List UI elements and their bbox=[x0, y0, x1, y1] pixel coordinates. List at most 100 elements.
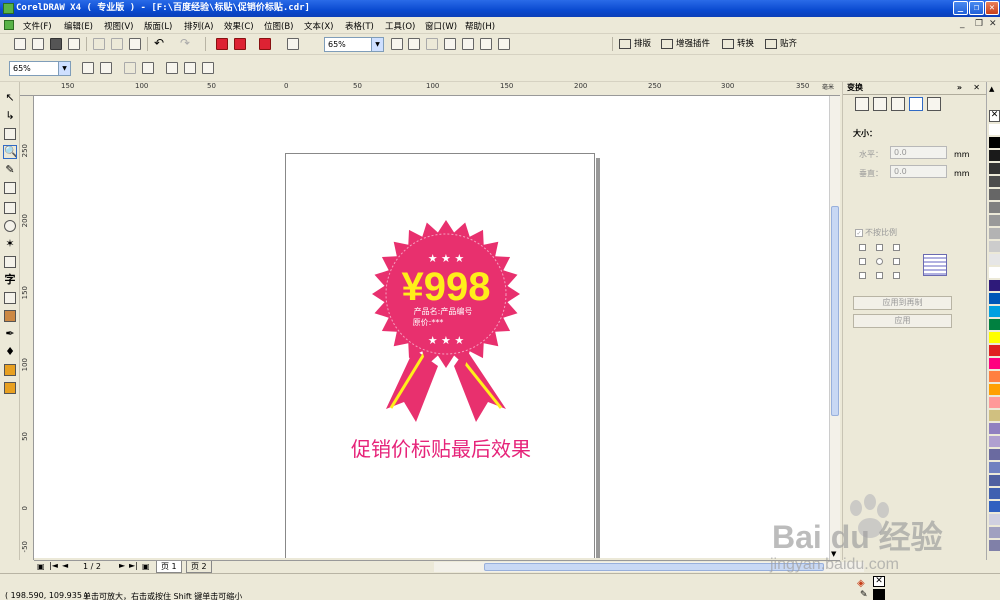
proportional-checkbox[interactable]: ✓ bbox=[855, 229, 863, 237]
minimize-button[interactable]: _ bbox=[953, 1, 968, 15]
cut-icon[interactable] bbox=[93, 38, 105, 50]
anchor-point[interactable] bbox=[859, 244, 866, 251]
color-swatch[interactable] bbox=[989, 501, 1000, 513]
color-swatch[interactable] bbox=[989, 332, 1000, 344]
color-swatch[interactable] bbox=[989, 540, 1000, 552]
anchor-point[interactable] bbox=[859, 258, 866, 265]
chevron-down-icon[interactable]: ▼ bbox=[371, 38, 383, 51]
color-swatch[interactable] bbox=[989, 228, 1000, 240]
color-swatch[interactable] bbox=[989, 150, 1000, 162]
zoom-out-icon[interactable] bbox=[100, 62, 112, 74]
next-page-icon[interactable]: ► bbox=[119, 561, 125, 570]
import-icon[interactable] bbox=[216, 38, 228, 50]
application-launcher-icon[interactable] bbox=[259, 38, 271, 50]
color-swatch[interactable] bbox=[989, 124, 1000, 136]
shape-tool-icon[interactable]: ↳ bbox=[4, 110, 16, 122]
zoom-page-icon[interactable] bbox=[166, 62, 178, 74]
polygon-tool-icon[interactable]: ✶ bbox=[4, 238, 16, 250]
zoom-height-icon[interactable] bbox=[202, 62, 214, 74]
fill-tool-icon[interactable] bbox=[4, 364, 16, 376]
color-swatch[interactable] bbox=[989, 436, 1000, 448]
rectangle-tool-icon[interactable] bbox=[4, 202, 16, 214]
color-swatch[interactable] bbox=[989, 384, 1000, 396]
scroll-thumb[interactable] bbox=[831, 206, 839, 416]
color-swatch[interactable] bbox=[989, 293, 1000, 305]
color-swatch[interactable] bbox=[989, 163, 1000, 175]
color-swatch[interactable] bbox=[989, 488, 1000, 500]
menu-bitmaps[interactable]: 位图(B) bbox=[264, 20, 293, 32]
color-swatch[interactable] bbox=[989, 267, 1000, 279]
zoom-out-icon[interactable] bbox=[408, 38, 420, 50]
color-swatch[interactable] bbox=[989, 371, 1000, 383]
zoom-width-icon[interactable] bbox=[184, 62, 196, 74]
docker-close-icon[interactable]: ✕ bbox=[973, 82, 980, 94]
outline-pen-tool-icon[interactable]: ♦ bbox=[4, 346, 16, 358]
zoom-in-icon[interactable] bbox=[82, 62, 94, 74]
color-swatch[interactable] bbox=[989, 319, 1000, 331]
zoom-width-icon[interactable] bbox=[480, 38, 492, 50]
undo-icon[interactable]: ↶ bbox=[154, 37, 166, 50]
restore-button[interactable]: ❐ bbox=[969, 1, 984, 15]
vertical-size-input[interactable]: 0.0 bbox=[890, 165, 947, 178]
doc-minimize-icon[interactable]: _ bbox=[960, 19, 965, 29]
color-swatch[interactable] bbox=[989, 280, 1000, 292]
color-swatch[interactable] bbox=[989, 306, 1000, 318]
crop-tool-icon[interactable] bbox=[4, 128, 16, 140]
color-swatch[interactable] bbox=[989, 254, 1000, 266]
color-swatch[interactable] bbox=[989, 189, 1000, 201]
menu-view[interactable]: 视图(V) bbox=[104, 20, 133, 32]
zoom-all-icon[interactable] bbox=[142, 62, 154, 74]
redo-icon[interactable]: ↷ bbox=[180, 37, 192, 50]
doc-restore-icon[interactable]: ❐ bbox=[975, 19, 983, 29]
badge-artwork[interactable]: ★ ★ ★ ★ ★ ★ ¥998 产品名:产品编号 原价:*** 促销价标贴最后… bbox=[286, 154, 596, 558]
close-button[interactable]: ✕ bbox=[985, 1, 999, 15]
menu-edit[interactable]: 编辑(E) bbox=[64, 20, 93, 32]
position-mode-icon[interactable] bbox=[855, 97, 869, 111]
color-swatch[interactable] bbox=[989, 397, 1000, 409]
zoom-selected-icon[interactable] bbox=[124, 62, 136, 74]
eyedropper-tool-icon[interactable]: ✒ bbox=[4, 328, 16, 340]
smart-fill-tool-icon[interactable] bbox=[4, 182, 16, 194]
menu-help[interactable]: 帮助(H) bbox=[465, 20, 495, 32]
print-icon[interactable] bbox=[68, 38, 80, 50]
anchor-point[interactable] bbox=[876, 258, 883, 265]
ellipse-tool-icon[interactable] bbox=[4, 220, 16, 232]
zoom-level-select[interactable]: 65% ▼ bbox=[324, 37, 384, 52]
tab-page-2[interactable]: 页 2 bbox=[186, 561, 212, 573]
size-mode-icon[interactable] bbox=[909, 97, 923, 111]
color-swatch[interactable] bbox=[989, 449, 1000, 461]
text-tool-icon[interactable]: 字 bbox=[4, 274, 16, 286]
color-swatch[interactable] bbox=[989, 514, 1000, 526]
anchor-point[interactable] bbox=[859, 272, 866, 279]
chevron-down-icon[interactable]: ▼ bbox=[58, 62, 70, 75]
palette-scroll-up-icon[interactable]: ▲ bbox=[989, 85, 994, 93]
menu-table[interactable]: 表格(T) bbox=[345, 20, 374, 32]
page-options-icon[interactable]: ▣ bbox=[37, 562, 45, 571]
horizontal-ruler[interactable]: 150 100 50 0 50 100 150 200 250 300 350 … bbox=[20, 82, 840, 96]
apply-button[interactable]: 应用 bbox=[853, 314, 952, 328]
color-swatch[interactable] bbox=[989, 423, 1000, 435]
anchor-point[interactable] bbox=[893, 244, 900, 251]
plugin-typeset-button[interactable]: 排版 bbox=[619, 37, 651, 49]
color-swatch[interactable] bbox=[989, 410, 1000, 422]
tab-page-1[interactable]: 页 1 bbox=[156, 561, 182, 573]
new-icon[interactable] bbox=[14, 38, 26, 50]
color-swatch[interactable] bbox=[989, 137, 1000, 149]
paste-icon[interactable] bbox=[129, 38, 141, 50]
docker-expand-icon[interactable]: » bbox=[957, 82, 962, 94]
export-icon[interactable] bbox=[234, 38, 246, 50]
save-icon[interactable] bbox=[50, 38, 62, 50]
basic-shapes-tool-icon[interactable] bbox=[4, 256, 16, 268]
table-tool-icon[interactable] bbox=[4, 292, 16, 304]
menu-tools[interactable]: 工具(O) bbox=[385, 20, 415, 32]
anchor-point[interactable] bbox=[893, 258, 900, 265]
menu-arrange[interactable]: 排列(A) bbox=[184, 20, 213, 32]
color-swatch[interactable] bbox=[989, 345, 1000, 357]
apply-to-duplicate-button[interactable]: 应用到再制 bbox=[853, 296, 952, 310]
zoom-all-icon[interactable] bbox=[444, 38, 456, 50]
interactive-fill-tool-icon[interactable] bbox=[4, 382, 16, 394]
drawing-canvas[interactable]: ★ ★ ★ ★ ★ ★ ¥998 产品名:产品编号 原价:*** 促销价标贴最后… bbox=[34, 96, 829, 558]
copy-icon[interactable] bbox=[111, 38, 123, 50]
menu-effects[interactable]: 效果(C) bbox=[224, 20, 254, 32]
color-swatch[interactable] bbox=[989, 215, 1000, 227]
